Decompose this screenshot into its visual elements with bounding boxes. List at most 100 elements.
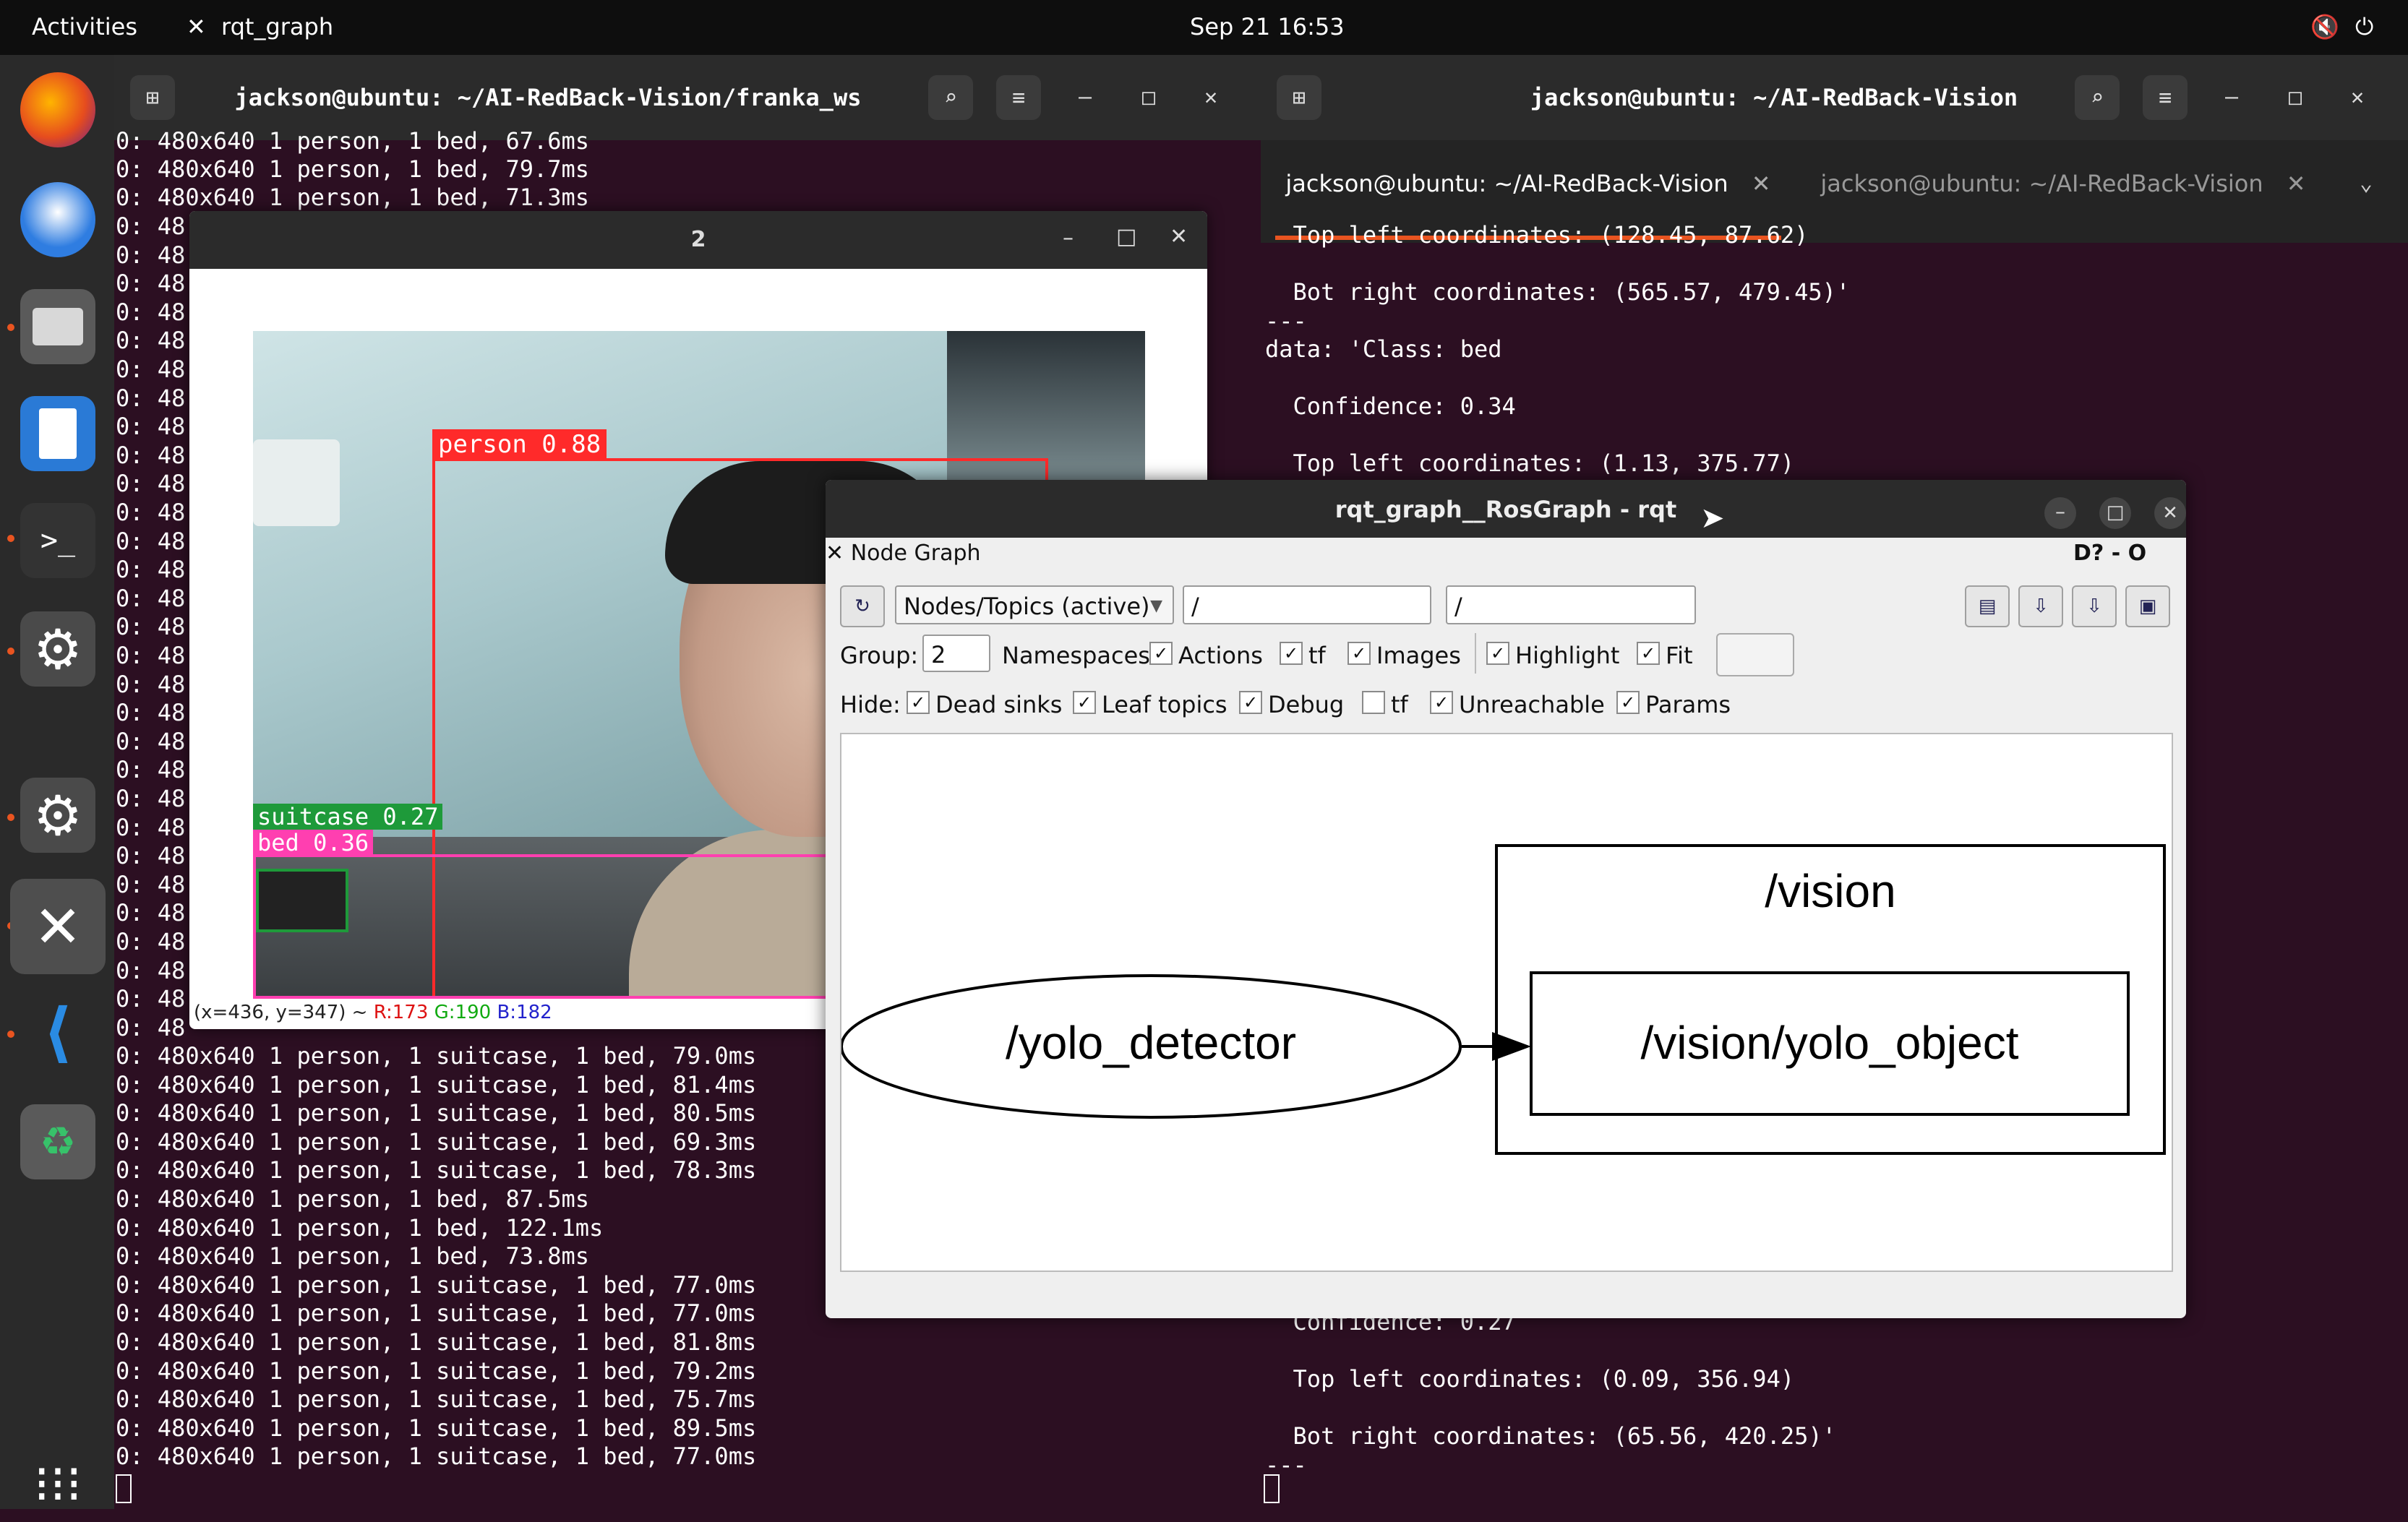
output-line: 0: 480x640 1 person, 1 suitcase, 1 bed, …: [116, 1042, 757, 1070]
cursor: [1264, 1474, 1280, 1503]
output-line: 0: 480x640 1 person, 1 suitcase, 1 bed, …: [116, 1127, 757, 1156]
firefox-icon[interactable]: [20, 72, 95, 147]
power-icon[interactable]: ⏻: [2355, 13, 2373, 41]
hide-tf-checkbox[interactable]: [1362, 691, 1385, 714]
minimize-icon[interactable]: –: [1067, 79, 1103, 116]
images-checkbox[interactable]: ✓: [1347, 642, 1371, 665]
output-line: 0: 480x640 1 person, 1 bed, 79.7ms: [116, 155, 590, 183]
close-icon[interactable]: ✕: [2339, 79, 2375, 116]
yolo-object-topic-label[interactable]: /vision/yolo_object: [1531, 1016, 2128, 1070]
close-icon[interactable]: ✕: [1170, 224, 1188, 249]
close-tab-icon[interactable]: ✕: [1752, 170, 1771, 197]
fit-checkbox[interactable]: ✓: [1637, 642, 1660, 665]
settings-icon[interactable]: ⚙: [20, 778, 95, 853]
output-line: Top left coordinates: (0.09, 356.94): [1265, 1365, 1795, 1393]
maximize-icon[interactable]: □: [2099, 497, 2131, 529]
plugin-controls[interactable]: D? - O: [2073, 541, 2146, 566]
tab-label: jackson@ubuntu: ~/AI-RedBack-Vision: [1820, 170, 2263, 197]
params-label: Params: [1645, 691, 1731, 718]
group-label: Group:: [840, 642, 919, 669]
running-indicator: [7, 535, 14, 542]
trash-icon[interactable]: ♻: [20, 1104, 95, 1179]
params-checkbox[interactable]: ✓: [1616, 691, 1640, 714]
vscode-icon[interactable]: ⟨: [20, 994, 95, 1070]
output-line: 0: 480x640 1 person, 1 suitcase, 1 bed, …: [116, 1156, 757, 1185]
graph-canvas[interactable]: /vision /yolo_detector /vision/yolo_obje…: [840, 733, 2173, 1272]
clock[interactable]: Sep 21 16:53: [1190, 13, 1345, 40]
activities-button[interactable]: Activities: [32, 13, 137, 40]
tab-2[interactable]: jackson@ubuntu: ~/AI-RedBack-Vision ✕: [1796, 162, 2331, 205]
group-spinbox[interactable]: 2: [922, 635, 990, 672]
minimize-icon[interactable]: –: [2214, 79, 2250, 116]
window-title: 2: [690, 227, 706, 252]
output-line: 0: 48: [116, 241, 186, 269]
output-line: 0: 480x640 1 person, 1 bed, 71.3ms: [116, 184, 590, 211]
mode-select[interactable]: Nodes/Topics (active) ▼: [895, 585, 1174, 624]
active-app-label[interactable]: rqt_graph: [221, 13, 333, 40]
close-icon[interactable]: ✕: [2154, 497, 2186, 529]
output-line: 0: 48: [116, 899, 186, 927]
maximize-icon[interactable]: □: [2277, 79, 2313, 116]
close-icon[interactable]: ✕: [1193, 79, 1229, 116]
maximize-icon[interactable]: □: [1116, 224, 1136, 249]
fit-view-button[interactable]: [1716, 633, 1794, 676]
output-line: 0: 48: [116, 356, 186, 383]
close-tab-icon[interactable]: ✕: [2287, 170, 2306, 197]
output-line: 0: 48: [116, 642, 186, 669]
output-line: 0: 48: [116, 212, 186, 240]
output-line: 0: 48: [116, 842, 186, 870]
thunderbird-icon[interactable]: [20, 182, 95, 257]
window-title: rqt_graph__RosGraph - rqt: [1334, 496, 1677, 523]
person-label: person 0.88: [432, 429, 607, 460]
output-line: Top left coordinates: (128.45, 87.62): [1265, 221, 1809, 249]
app-grid-icon[interactable]: ⁝⁝⁝: [20, 1447, 95, 1522]
leaf-topics-checkbox[interactable]: ✓: [1073, 691, 1096, 714]
files-icon[interactable]: [20, 289, 95, 364]
rqt-tools-icon[interactable]: ✕: [10, 879, 106, 974]
output-line: 0: 48: [116, 441, 186, 469]
mode-select-value: Nodes/Topics (active): [904, 593, 1150, 620]
minimize-icon[interactable]: –: [1063, 225, 1074, 251]
tf-checkbox[interactable]: ✓: [1280, 642, 1303, 665]
new-tab-icon[interactable]: ⊞: [1277, 75, 1321, 120]
topic-filter-input[interactable]: /: [1446, 585, 1696, 624]
plugin-icon: ✕: [826, 541, 844, 566]
refresh-icon[interactable]: ↻: [840, 585, 885, 627]
node-filter-input[interactable]: /: [1183, 585, 1431, 624]
actions-checkbox[interactable]: ✓: [1149, 642, 1173, 665]
search-icon[interactable]: ⌕: [928, 75, 973, 120]
new-tab-icon[interactable]: ⊞: [130, 75, 175, 120]
terminal-icon[interactable]: >_: [20, 503, 95, 578]
writer-icon[interactable]: [20, 396, 95, 471]
unreachable-checkbox[interactable]: ✓: [1430, 691, 1453, 714]
volume-muted-icon[interactable]: 🔇: [2310, 13, 2339, 40]
minimize-icon[interactable]: –: [2044, 497, 2076, 529]
debug-checkbox[interactable]: ✓: [1239, 691, 1262, 714]
output-line: 0: 48: [116, 384, 186, 412]
rqt-graph-window[interactable]: rqt_graph__RosGraph - rqt – □ ✕ ✕ Node G…: [826, 480, 2186, 1318]
output-line: 0: 48: [116, 499, 186, 526]
menu-icon[interactable]: ≡: [2143, 75, 2188, 120]
window-title: jackson@ubuntu: ~/AI-RedBack-Vision: [1530, 84, 2018, 111]
load-dot-icon[interactable]: ▤: [1965, 585, 2010, 627]
yolo-detector-node-label[interactable]: /yolo_detector: [841, 1016, 1460, 1070]
output-line: 0: 48: [116, 670, 186, 698]
output-line: 0: 48: [116, 928, 186, 955]
save-dot-icon[interactable]: ⇩: [2018, 585, 2063, 627]
menu-icon[interactable]: ≡: [996, 75, 1041, 120]
highlight-checkbox[interactable]: ✓: [1486, 642, 1509, 665]
cursor-position: (x=436, y=347) ~: [194, 1002, 374, 1023]
output-line: 0: 480x640 1 person, 1 suitcase, 1 bed, …: [116, 1299, 757, 1328]
running-indicator: [7, 1031, 14, 1038]
tab-1[interactable]: jackson@ubuntu: ~/AI-RedBack-Vision ✕: [1275, 162, 1781, 205]
maximize-icon[interactable]: □: [1131, 79, 1167, 116]
fit-label: Fit: [1666, 642, 1693, 669]
save-image-icon[interactable]: ▣: [2125, 585, 2170, 627]
output-line: 0: 48: [116, 527, 186, 555]
save-svg-icon[interactable]: ⇩: [2072, 585, 2117, 627]
output-line: Confidence: 0.34: [1265, 392, 1516, 420]
settings-icon[interactable]: ⚙: [20, 611, 95, 687]
dead-sinks-checkbox[interactable]: ✓: [907, 691, 930, 714]
tabs-dropdown-icon[interactable]: ⌄: [2360, 162, 2373, 205]
search-icon[interactable]: ⌕: [2075, 75, 2120, 120]
